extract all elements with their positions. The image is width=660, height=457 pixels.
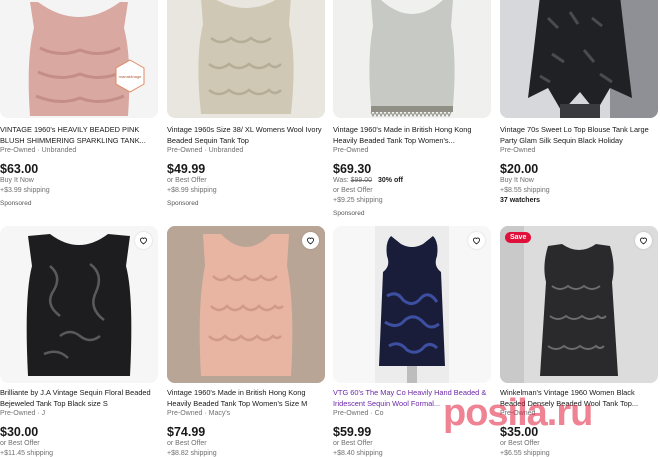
- listing-buy-format: or Best Offer: [500, 440, 540, 447]
- listing-buy-format: or Best Offer: [167, 440, 207, 447]
- listing-shipping: +$8.40 shipping: [333, 450, 383, 457]
- heart-icon: [140, 237, 147, 245]
- sponsored-label: Sponsored: [333, 210, 365, 217]
- watch-heart-button[interactable]: [635, 232, 652, 249]
- listing-title[interactable]: Vintage 1960's Made in British Hong Kong…: [167, 387, 327, 409]
- listing-condition: Pre-Owned · J: [0, 410, 46, 417]
- listing-image[interactable]: [0, 226, 158, 383]
- heart-icon: [307, 237, 314, 245]
- listing-price: $63.00: [0, 162, 39, 176]
- listing-shipping: +$6.55 shipping: [500, 450, 550, 457]
- listing-shipping: +$11.45 shipping: [0, 450, 53, 457]
- listing-buy-format: or Best Offer: [333, 440, 373, 447]
- listing-shipping: +$8.82 shipping: [167, 450, 217, 457]
- listing-title[interactable]: Brilliante by J.A Vintage Sequin Floral …: [0, 387, 160, 409]
- heart-icon: [473, 237, 480, 245]
- listing-price: $49.99: [167, 162, 206, 176]
- listing-image[interactable]: [167, 0, 325, 118]
- listing-image[interactable]: [333, 0, 491, 118]
- svg-text:manaklinage: manaklinage: [119, 74, 142, 79]
- original-price: $99.00: [350, 177, 373, 184]
- listing-condition: Pre-Owned: [500, 147, 536, 154]
- listing-shipping: +$9.25 shipping: [333, 197, 383, 204]
- was-label: Was:: [333, 177, 349, 184]
- listing-image[interactable]: [333, 226, 491, 383]
- listing-image[interactable]: [167, 226, 325, 383]
- listing-buy-format: or Best Offer: [167, 177, 207, 184]
- listing-image[interactable]: [500, 0, 658, 118]
- listing-title[interactable]: Vintage 1960's Made in British Hong Kong…: [333, 124, 493, 146]
- listing-buy-format: Buy It Now: [500, 177, 534, 184]
- listing-condition: Pre-Owned · Macy's: [167, 410, 231, 417]
- listing-condition: Pre-Owned · Unbranded: [167, 147, 244, 154]
- listing-condition: Pre-Owned: [333, 147, 369, 154]
- save-badge: Save: [505, 232, 532, 243]
- heart-icon: [640, 237, 647, 245]
- watermark: posila.ru: [443, 392, 593, 434]
- listing-price: $20.00: [500, 162, 539, 176]
- sponsored-label: Sponsored: [167, 200, 199, 207]
- watch-heart-button[interactable]: [468, 232, 485, 249]
- listing-title[interactable]: Vintage 70s Sweet Lo Top Blouse Tank Lar…: [500, 124, 660, 146]
- listing-title[interactable]: Vintage 1960s Size 38/ XL Womens Wool Iv…: [167, 124, 327, 146]
- listing-price: $74.99: [167, 425, 206, 439]
- listing-condition: Pre-Owned · Unbranded: [0, 147, 77, 154]
- listing-image[interactable]: Save: [500, 226, 658, 383]
- listing-buy-format: or Best Offer: [333, 187, 373, 194]
- listing-title[interactable]: VINTAGE 1960's HEAVILY BEADED PINK BLUSH…: [0, 124, 160, 146]
- listing-buy-format: Buy It Now: [0, 177, 34, 184]
- listing-price: $30.00: [0, 425, 39, 439]
- listing-shipping: +$8.99 shipping: [167, 187, 217, 194]
- listing-price: $69.30: [333, 162, 372, 176]
- listing-was-price: Was: $99.00 30% off: [333, 176, 493, 186]
- listing-image[interactable]: manaklinage: [0, 0, 158, 118]
- sponsored-label: Sponsored: [0, 200, 32, 207]
- watch-heart-button[interactable]: [302, 232, 319, 249]
- listing-watchers: 37 watchers: [500, 197, 541, 204]
- watch-heart-button[interactable]: [135, 232, 152, 249]
- listing-shipping: +$3.99 shipping: [0, 187, 50, 194]
- listing-buy-format: or Best Offer: [0, 440, 40, 447]
- discount-badge: 30% off: [378, 177, 403, 184]
- listing-shipping: +$8.55 shipping: [500, 187, 550, 194]
